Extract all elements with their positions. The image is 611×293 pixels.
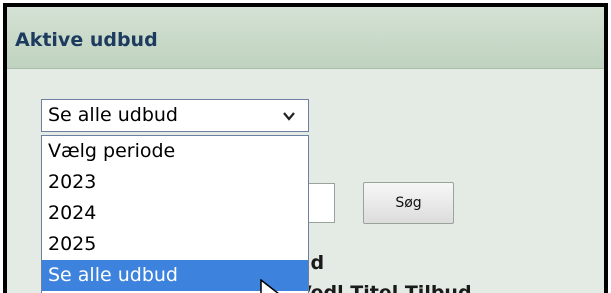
period-select[interactable]: Se alle udbud [41, 99, 309, 132]
option-2024[interactable]: 2024 [42, 198, 308, 229]
search-button[interactable]: Søg [363, 182, 454, 224]
active-tenders-panel: Aktive udbud Søg ud Vedl Titel Tilbud Se… [3, 3, 608, 293]
period-select-value: Se alle udbud [48, 104, 178, 126]
panel-title: Aktive udbud [15, 29, 158, 51]
panel-header: Aktive udbud [7, 7, 604, 69]
option-choose-period[interactable]: Vælg periode [42, 136, 308, 167]
option-2023[interactable]: 2023 [42, 167, 308, 198]
chevron-down-icon [283, 112, 295, 121]
results-column-headers-partial: Vedl Titel Tilbud [297, 282, 472, 293]
mouse-pointer-icon [260, 279, 279, 293]
option-2025[interactable]: 2025 [42, 229, 308, 260]
period-dropdown-list: Vælg periode 2023 2024 2025 Se alle udbu… [41, 135, 309, 293]
